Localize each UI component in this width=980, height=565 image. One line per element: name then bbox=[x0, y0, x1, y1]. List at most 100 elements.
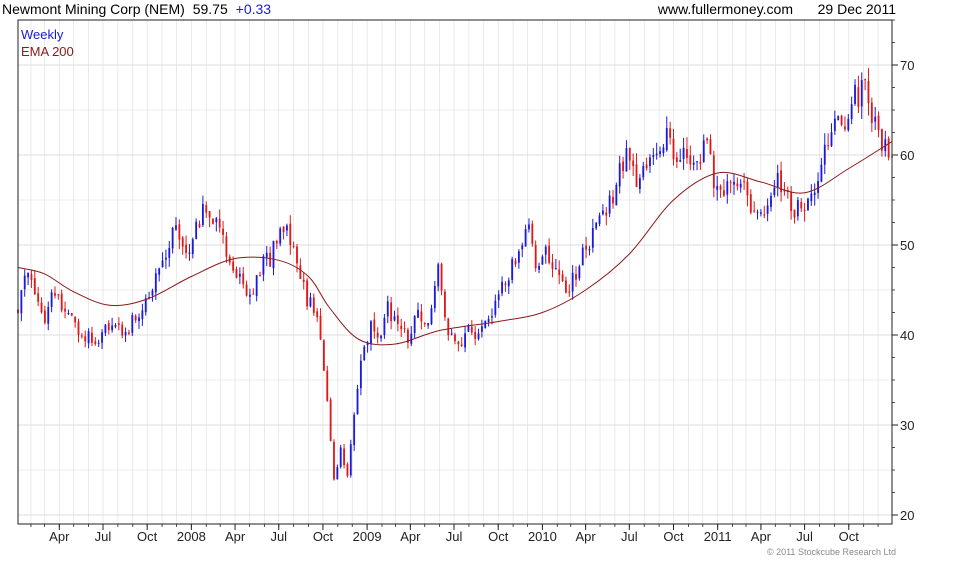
candle-body-up bbox=[437, 264, 440, 287]
candle-body-up bbox=[427, 323, 430, 326]
candle-body-down bbox=[561, 274, 564, 282]
candle-body-up bbox=[410, 333, 413, 344]
candle-body-down bbox=[706, 138, 709, 141]
candle-body-up bbox=[507, 280, 510, 287]
candle-body-up bbox=[47, 306, 50, 324]
candle-body-up bbox=[511, 259, 514, 280]
candle-body-up bbox=[23, 275, 26, 290]
candle-body-down bbox=[376, 332, 379, 338]
candle-body-down bbox=[612, 196, 614, 204]
candle-body-up bbox=[286, 225, 288, 231]
candle-body-down bbox=[178, 224, 181, 240]
candle-body-up bbox=[349, 444, 352, 476]
candle-body-down bbox=[440, 263, 443, 291]
candle-body-up bbox=[538, 265, 540, 270]
candle-body-up bbox=[363, 346, 366, 361]
candle-body-down bbox=[877, 115, 880, 130]
y-tick-label: 30 bbox=[900, 418, 914, 433]
candle-body-down bbox=[763, 214, 766, 216]
candle-body-up bbox=[27, 272, 30, 278]
chart-title: Newmont Mining Corp (NEM) 59.75 +0.33 bbox=[2, 1, 271, 17]
candle-body-up bbox=[201, 203, 204, 226]
candle-body-up bbox=[464, 333, 467, 348]
candle-body-up bbox=[591, 228, 594, 248]
candle-body-up bbox=[359, 360, 362, 389]
candle-body-down bbox=[390, 302, 393, 322]
candle-body-down bbox=[289, 223, 292, 246]
candle-body-up bbox=[215, 218, 218, 223]
candle-body-down bbox=[326, 370, 329, 401]
candle-body-down bbox=[232, 261, 235, 271]
x-tick-label: Apr bbox=[49, 529, 70, 544]
candle-body-down bbox=[37, 293, 40, 302]
y-tick-label: 40 bbox=[900, 328, 914, 343]
x-tick-label: Oct bbox=[488, 529, 509, 544]
candle-body-down bbox=[729, 182, 732, 184]
candle-body-down bbox=[548, 245, 551, 263]
candle-body-down bbox=[282, 226, 285, 233]
candle-body-up bbox=[161, 260, 164, 268]
ema-legend-label: EMA 200 bbox=[21, 44, 74, 59]
candle-body-down bbox=[743, 181, 746, 183]
candle-body-up bbox=[175, 225, 177, 230]
candle-body-down bbox=[403, 328, 406, 330]
candle-body-up bbox=[191, 239, 194, 255]
candle-body-up bbox=[67, 313, 70, 315]
candle-body-down bbox=[447, 318, 450, 336]
candle-body-down bbox=[77, 321, 80, 335]
candle-body-up bbox=[336, 467, 339, 480]
x-tick-label: Jul bbox=[95, 529, 112, 544]
candle-body-down bbox=[128, 332, 130, 334]
candle-body-up bbox=[168, 247, 171, 258]
candle-body-down bbox=[346, 464, 349, 476]
candle-body-up bbox=[517, 251, 520, 263]
candle-body-down bbox=[803, 209, 806, 212]
candle-body-up bbox=[618, 163, 621, 187]
candle-body-up bbox=[417, 309, 419, 318]
candle-body-down bbox=[457, 341, 460, 345]
candle-body-up bbox=[164, 257, 167, 260]
candle-body-down bbox=[675, 157, 678, 162]
x-tick-label: Apr bbox=[751, 529, 772, 544]
candle-body-up bbox=[813, 192, 816, 196]
candle-body-down bbox=[622, 161, 624, 171]
candle-body-up bbox=[501, 281, 503, 294]
chart-date: 29 Dec 2011 bbox=[818, 1, 897, 17]
candle-body-up bbox=[279, 228, 282, 244]
candle-body-up bbox=[756, 211, 759, 213]
candle-body-up bbox=[571, 272, 574, 292]
candle-body-up bbox=[524, 229, 527, 247]
candle-body-up bbox=[554, 268, 557, 270]
x-tick-label: Oct bbox=[137, 529, 158, 544]
candle-body-down bbox=[373, 319, 376, 332]
candle-body-down bbox=[723, 190, 725, 196]
candle-body-down bbox=[857, 87, 860, 107]
candle-body-up bbox=[595, 222, 598, 229]
candle-body-up bbox=[588, 248, 591, 251]
candle-body-up bbox=[874, 116, 877, 122]
candle-body-down bbox=[712, 155, 715, 189]
candle-body-down bbox=[420, 311, 423, 322]
x-tick-label: Oct bbox=[663, 529, 684, 544]
candle-body-up bbox=[101, 332, 103, 343]
candle-body-up bbox=[494, 300, 497, 315]
candle-body-down bbox=[299, 265, 302, 279]
candle-body-up bbox=[847, 118, 850, 131]
price-change: +0.33 bbox=[236, 1, 272, 17]
candle-body-up bbox=[104, 324, 107, 334]
candle-body-down bbox=[212, 218, 214, 224]
candle-body-down bbox=[628, 147, 631, 161]
candle-body-up bbox=[393, 316, 396, 321]
candle-body-down bbox=[575, 274, 577, 280]
candle-body-down bbox=[867, 80, 870, 104]
candle-body-down bbox=[333, 441, 335, 480]
last-price: 59.75 bbox=[193, 1, 228, 17]
candle-body-up bbox=[114, 325, 117, 327]
chart-canvas: 20 30 40 50 60 70 Apr Jul Oct 2008 Apr Jul Oct 2009 A… bbox=[0, 0, 980, 560]
candle-body-down bbox=[632, 160, 635, 167]
candle-body-down bbox=[423, 323, 426, 325]
y-tick-label: 70 bbox=[900, 58, 914, 73]
candle-body-down bbox=[793, 209, 796, 218]
candle-body-up bbox=[726, 181, 729, 195]
candle-body-down bbox=[259, 275, 261, 277]
